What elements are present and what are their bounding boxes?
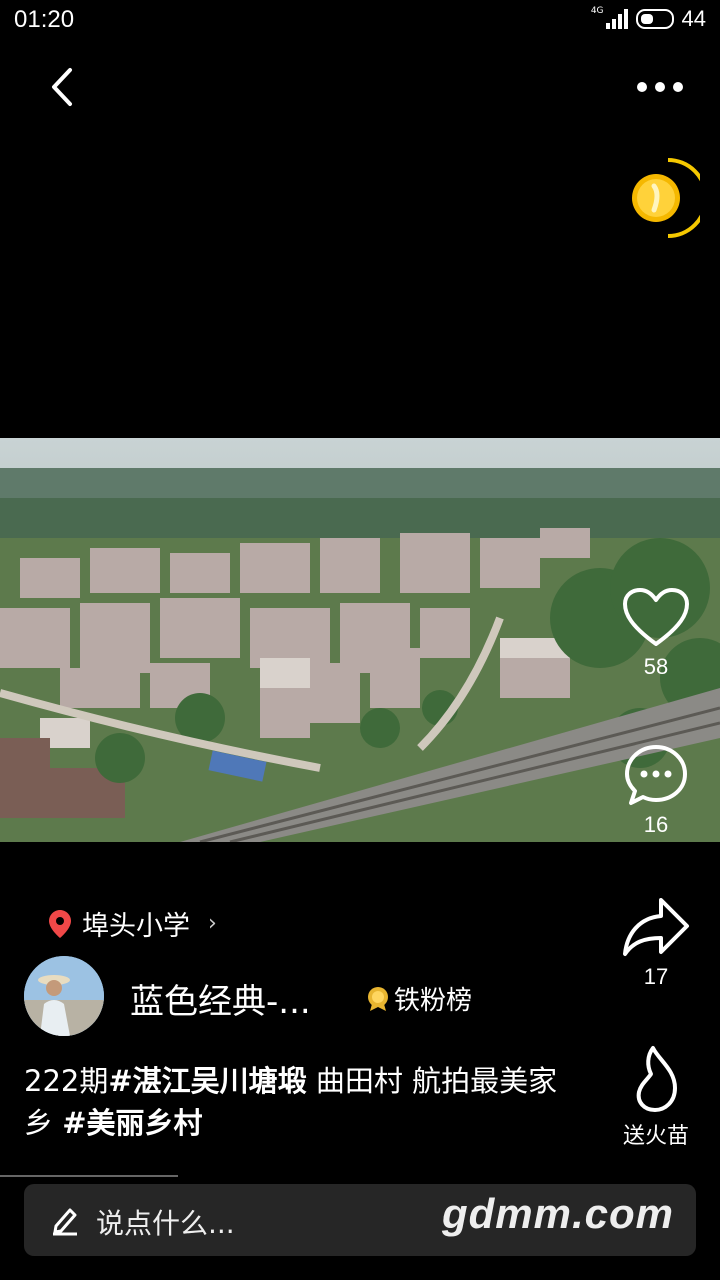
share-arrow-icon — [623, 898, 689, 956]
send-fire-button[interactable]: 送火苗 — [610, 1044, 702, 1150]
hashtag-link[interactable]: #湛江吴川塘塅 — [108, 1064, 306, 1098]
comment-count: 16 — [643, 812, 669, 837]
network-type: 4G — [590, 6, 604, 16]
status-time: 01:20 — [14, 6, 75, 33]
comment-bubble-icon — [625, 745, 687, 805]
send-fire-label: 送火苗 — [622, 1123, 689, 1148]
like-count: 58 — [643, 654, 669, 679]
like-button[interactable]: 58 — [610, 586, 702, 680]
comment-placeholder: 说点什么... — [96, 1207, 235, 1240]
fans-badge-label: 铁粉榜 — [394, 986, 473, 1016]
location-tag[interactable]: 埠头小学 › — [48, 904, 217, 943]
hashtag-link[interactable]: #美丽乡村 — [62, 1106, 202, 1140]
chevron-right-icon: › — [208, 911, 217, 936]
more-dots-icon — [637, 82, 647, 92]
share-button[interactable]: 17 — [610, 894, 702, 990]
location-name: 埠头小学 — [82, 911, 190, 942]
battery-icon — [635, 9, 674, 29]
back-button[interactable] — [40, 64, 86, 110]
flame-icon — [636, 1046, 677, 1112]
more-button[interactable] — [630, 72, 690, 102]
divider — [0, 1175, 178, 1177]
avatar[interactable] — [24, 956, 104, 1036]
author-name[interactable]: 蓝色经典-... — [130, 974, 311, 1023]
location-pin-icon — [49, 909, 71, 938]
status-bar: 01:20 4G 44 — [0, 0, 720, 40]
chevron-left-icon — [52, 68, 72, 106]
signal-icon — [605, 9, 628, 29]
comment-button[interactable]: 16 — [610, 742, 702, 838]
caption-segment: 222期 — [24, 1064, 109, 1098]
heart-icon — [623, 588, 689, 646]
fans-ranking-badge[interactable]: 铁粉榜 — [366, 980, 472, 1017]
battery-level: 44 — [681, 6, 706, 31]
post-caption: 222期#湛江吴川塘塅 曲田村 航拍最美家乡 #美丽乡村 — [24, 1060, 584, 1144]
comment-input-bar[interactable]: 说点什么... gdmm.com — [24, 1184, 696, 1256]
watermark: gdmm.com — [441, 1190, 674, 1237]
avatar-image — [24, 956, 104, 1036]
coin-icon — [632, 158, 708, 238]
coin-reward-widget[interactable] — [624, 156, 708, 240]
status-indicators: 4G 44 — [591, 6, 706, 32]
pen-icon — [53, 1208, 77, 1236]
author-row: 蓝色经典-... 铁粉榜 — [24, 956, 584, 1036]
share-count: 17 — [643, 964, 669, 989]
medal-icon — [368, 986, 388, 1011]
